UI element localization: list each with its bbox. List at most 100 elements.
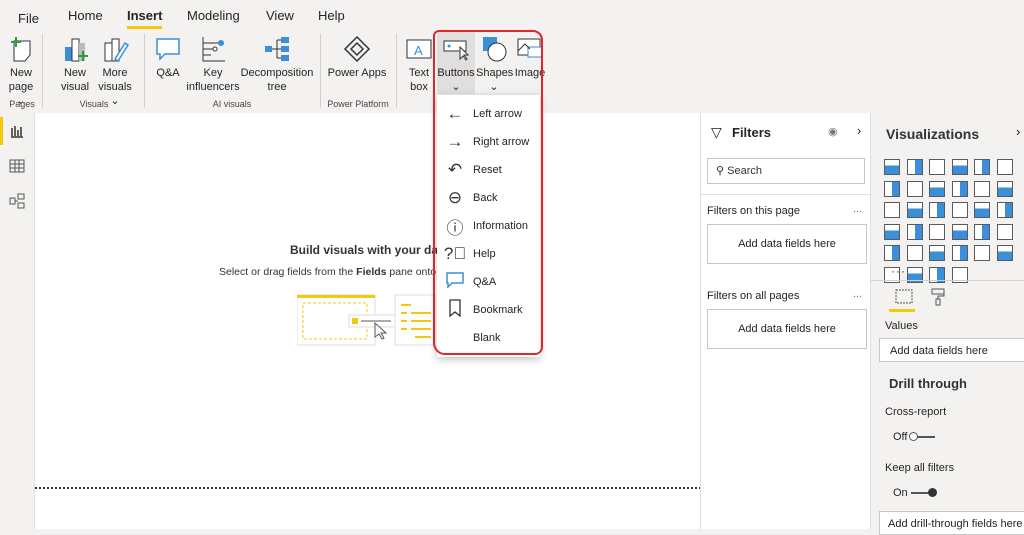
tab-insert[interactable]: Insert bbox=[127, 8, 163, 29]
text: Select or drag fields from the bbox=[219, 266, 357, 278]
values-label: Values bbox=[885, 320, 918, 332]
more-visuals-ellipsis[interactable]: ··· bbox=[891, 264, 906, 278]
new-page-icon bbox=[4, 34, 38, 64]
visual-type-icon[interactable] bbox=[929, 159, 945, 175]
more-options[interactable]: ... bbox=[853, 203, 862, 215]
cross-report-toggle[interactable]: Off bbox=[893, 431, 935, 443]
visual-type-icon[interactable] bbox=[974, 202, 990, 218]
format-paint-roller-icon[interactable] bbox=[931, 288, 945, 309]
visual-type-icon[interactable] bbox=[929, 180, 945, 197]
menu-item-blank[interactable]: Blank bbox=[437, 324, 540, 352]
divider bbox=[42, 34, 43, 108]
menu-item-back[interactable]: ⊖ Back bbox=[437, 184, 540, 212]
tab-help[interactable]: Help bbox=[318, 8, 345, 23]
menu-item-reset[interactable]: ↶ Reset bbox=[437, 156, 540, 184]
new-page-button[interactable]: New page ⌄ bbox=[4, 34, 38, 108]
visual-type-icon[interactable] bbox=[951, 159, 968, 175]
qna-button[interactable]: Q&A bbox=[150, 34, 186, 80]
tab-view[interactable]: View bbox=[266, 8, 294, 23]
visual-type-icon[interactable] bbox=[884, 180, 900, 197]
menu-item-information[interactable]: ⓘ Information bbox=[437, 212, 540, 240]
more-options[interactable]: ... bbox=[853, 288, 862, 300]
visual-type-icon[interactable] bbox=[974, 245, 990, 261]
label: Shapes bbox=[476, 67, 514, 79]
drill-through-title: Drill through bbox=[889, 376, 967, 391]
menu-item-help[interactable]: ?⃝ Help bbox=[437, 240, 540, 268]
visual-type-icon[interactable] bbox=[884, 159, 900, 175]
menu-item-bookmark[interactable]: Bookmark bbox=[437, 296, 540, 324]
visual-type-icon[interactable] bbox=[996, 245, 1013, 261]
model-view-icon[interactable] bbox=[9, 193, 25, 212]
visual-type-icon[interactable] bbox=[929, 245, 945, 261]
toggle-state: Off bbox=[893, 431, 908, 443]
menu-item-right-arrow[interactable]: → Right arrow bbox=[437, 128, 540, 156]
visual-type-icon[interactable] bbox=[884, 245, 900, 261]
visual-type-icon[interactable] bbox=[929, 202, 945, 218]
collapse-chevron-icon[interactable]: › bbox=[857, 123, 861, 138]
label: Text bbox=[408, 67, 430, 79]
label: Right arrow bbox=[473, 136, 530, 148]
visual-type-icon[interactable] bbox=[884, 202, 900, 218]
canvas-subtitle: Select or drag fields from the Fields pa… bbox=[219, 266, 442, 278]
filters-search-input[interactable]: ⚲ Search bbox=[707, 158, 865, 184]
tab-home[interactable]: Home bbox=[68, 8, 103, 23]
more-visuals-button[interactable]: More visuals ⌄ bbox=[94, 34, 136, 108]
data-view-icon[interactable] bbox=[9, 158, 25, 177]
visual-type-icon[interactable] bbox=[906, 180, 923, 197]
filters-page-drop-zone[interactable]: Add data fields here bbox=[707, 224, 867, 264]
visual-type-icon[interactable] bbox=[884, 223, 900, 240]
key-influencers-button[interactable]: Key influencers bbox=[186, 34, 240, 94]
shapes-icon bbox=[476, 34, 512, 64]
visual-type-icon[interactable] bbox=[906, 223, 923, 240]
power-apps-button[interactable]: Power Apps bbox=[326, 34, 388, 80]
visual-type-icon[interactable] bbox=[996, 223, 1013, 240]
collapse-chevron-icon[interactable]: › bbox=[1016, 124, 1020, 139]
label: Image bbox=[514, 67, 546, 79]
label: Help bbox=[473, 248, 496, 260]
buttons-button[interactable]: Buttons ⌄ bbox=[437, 32, 475, 94]
label: Key bbox=[203, 67, 223, 79]
label: Back bbox=[473, 192, 498, 204]
menu-item-qna[interactable]: Q&A bbox=[437, 268, 540, 296]
new-visual-button[interactable]: New visual bbox=[58, 34, 92, 94]
drill-through-drop-zone[interactable]: Add drill-through fields here bbox=[879, 511, 1024, 535]
fields-tab-icon[interactable] bbox=[895, 289, 913, 308]
visual-type-icon[interactable] bbox=[951, 223, 968, 240]
divider bbox=[396, 34, 397, 108]
decomposition-tree-button[interactable]: Decomposition tree bbox=[240, 34, 314, 94]
visual-type-icon[interactable] bbox=[974, 223, 990, 240]
values-drop-zone[interactable]: Add data fields here bbox=[879, 338, 1024, 362]
image-button[interactable]: Image bbox=[513, 34, 547, 80]
visual-type-icon[interactable] bbox=[951, 180, 968, 197]
visual-type-icon[interactable] bbox=[929, 223, 945, 240]
visual-type-icon[interactable] bbox=[996, 202, 1013, 218]
report-view-icon[interactable] bbox=[9, 123, 25, 142]
visual-type-icon[interactable] bbox=[906, 202, 923, 218]
keep-all-filters-toggle[interactable]: On bbox=[893, 487, 937, 499]
text-box-button[interactable]: A Text box bbox=[404, 34, 434, 94]
placeholder: Search bbox=[727, 165, 762, 177]
filters-on-page-label: Filters on this page bbox=[707, 205, 800, 217]
tab-modeling[interactable]: Modeling bbox=[187, 8, 240, 23]
filters-on-all-label: Filters on all pages bbox=[707, 290, 800, 302]
visual-type-icon[interactable] bbox=[951, 245, 968, 261]
label: Information bbox=[473, 220, 529, 232]
shapes-button[interactable]: Shapes ⌄ bbox=[476, 34, 514, 94]
key-influencers-icon bbox=[186, 34, 240, 64]
visual-type-icon[interactable] bbox=[996, 180, 1013, 197]
filter-icon: ▽ bbox=[711, 124, 722, 140]
visual-type-icon[interactable] bbox=[951, 202, 968, 218]
label: tree bbox=[267, 81, 287, 93]
report-canvas[interactable]: Build visuals with your dat Select or dr… bbox=[34, 113, 701, 529]
visual-type-icon[interactable] bbox=[974, 180, 990, 197]
tab-file[interactable]: File bbox=[18, 11, 39, 26]
filters-all-drop-zone[interactable]: Add data fields here bbox=[707, 309, 867, 349]
visual-type-icon[interactable] bbox=[906, 159, 923, 175]
visual-type-icon[interactable] bbox=[974, 159, 990, 175]
eye-icon[interactable]: ◉ bbox=[828, 125, 838, 138]
help-icon: ?⃝ bbox=[443, 244, 467, 263]
visual-type-icon[interactable] bbox=[996, 159, 1013, 175]
divider bbox=[144, 34, 145, 108]
menu-item-left-arrow[interactable]: ← Left arrow bbox=[437, 100, 540, 128]
visual-type-icon[interactable] bbox=[906, 245, 923, 261]
